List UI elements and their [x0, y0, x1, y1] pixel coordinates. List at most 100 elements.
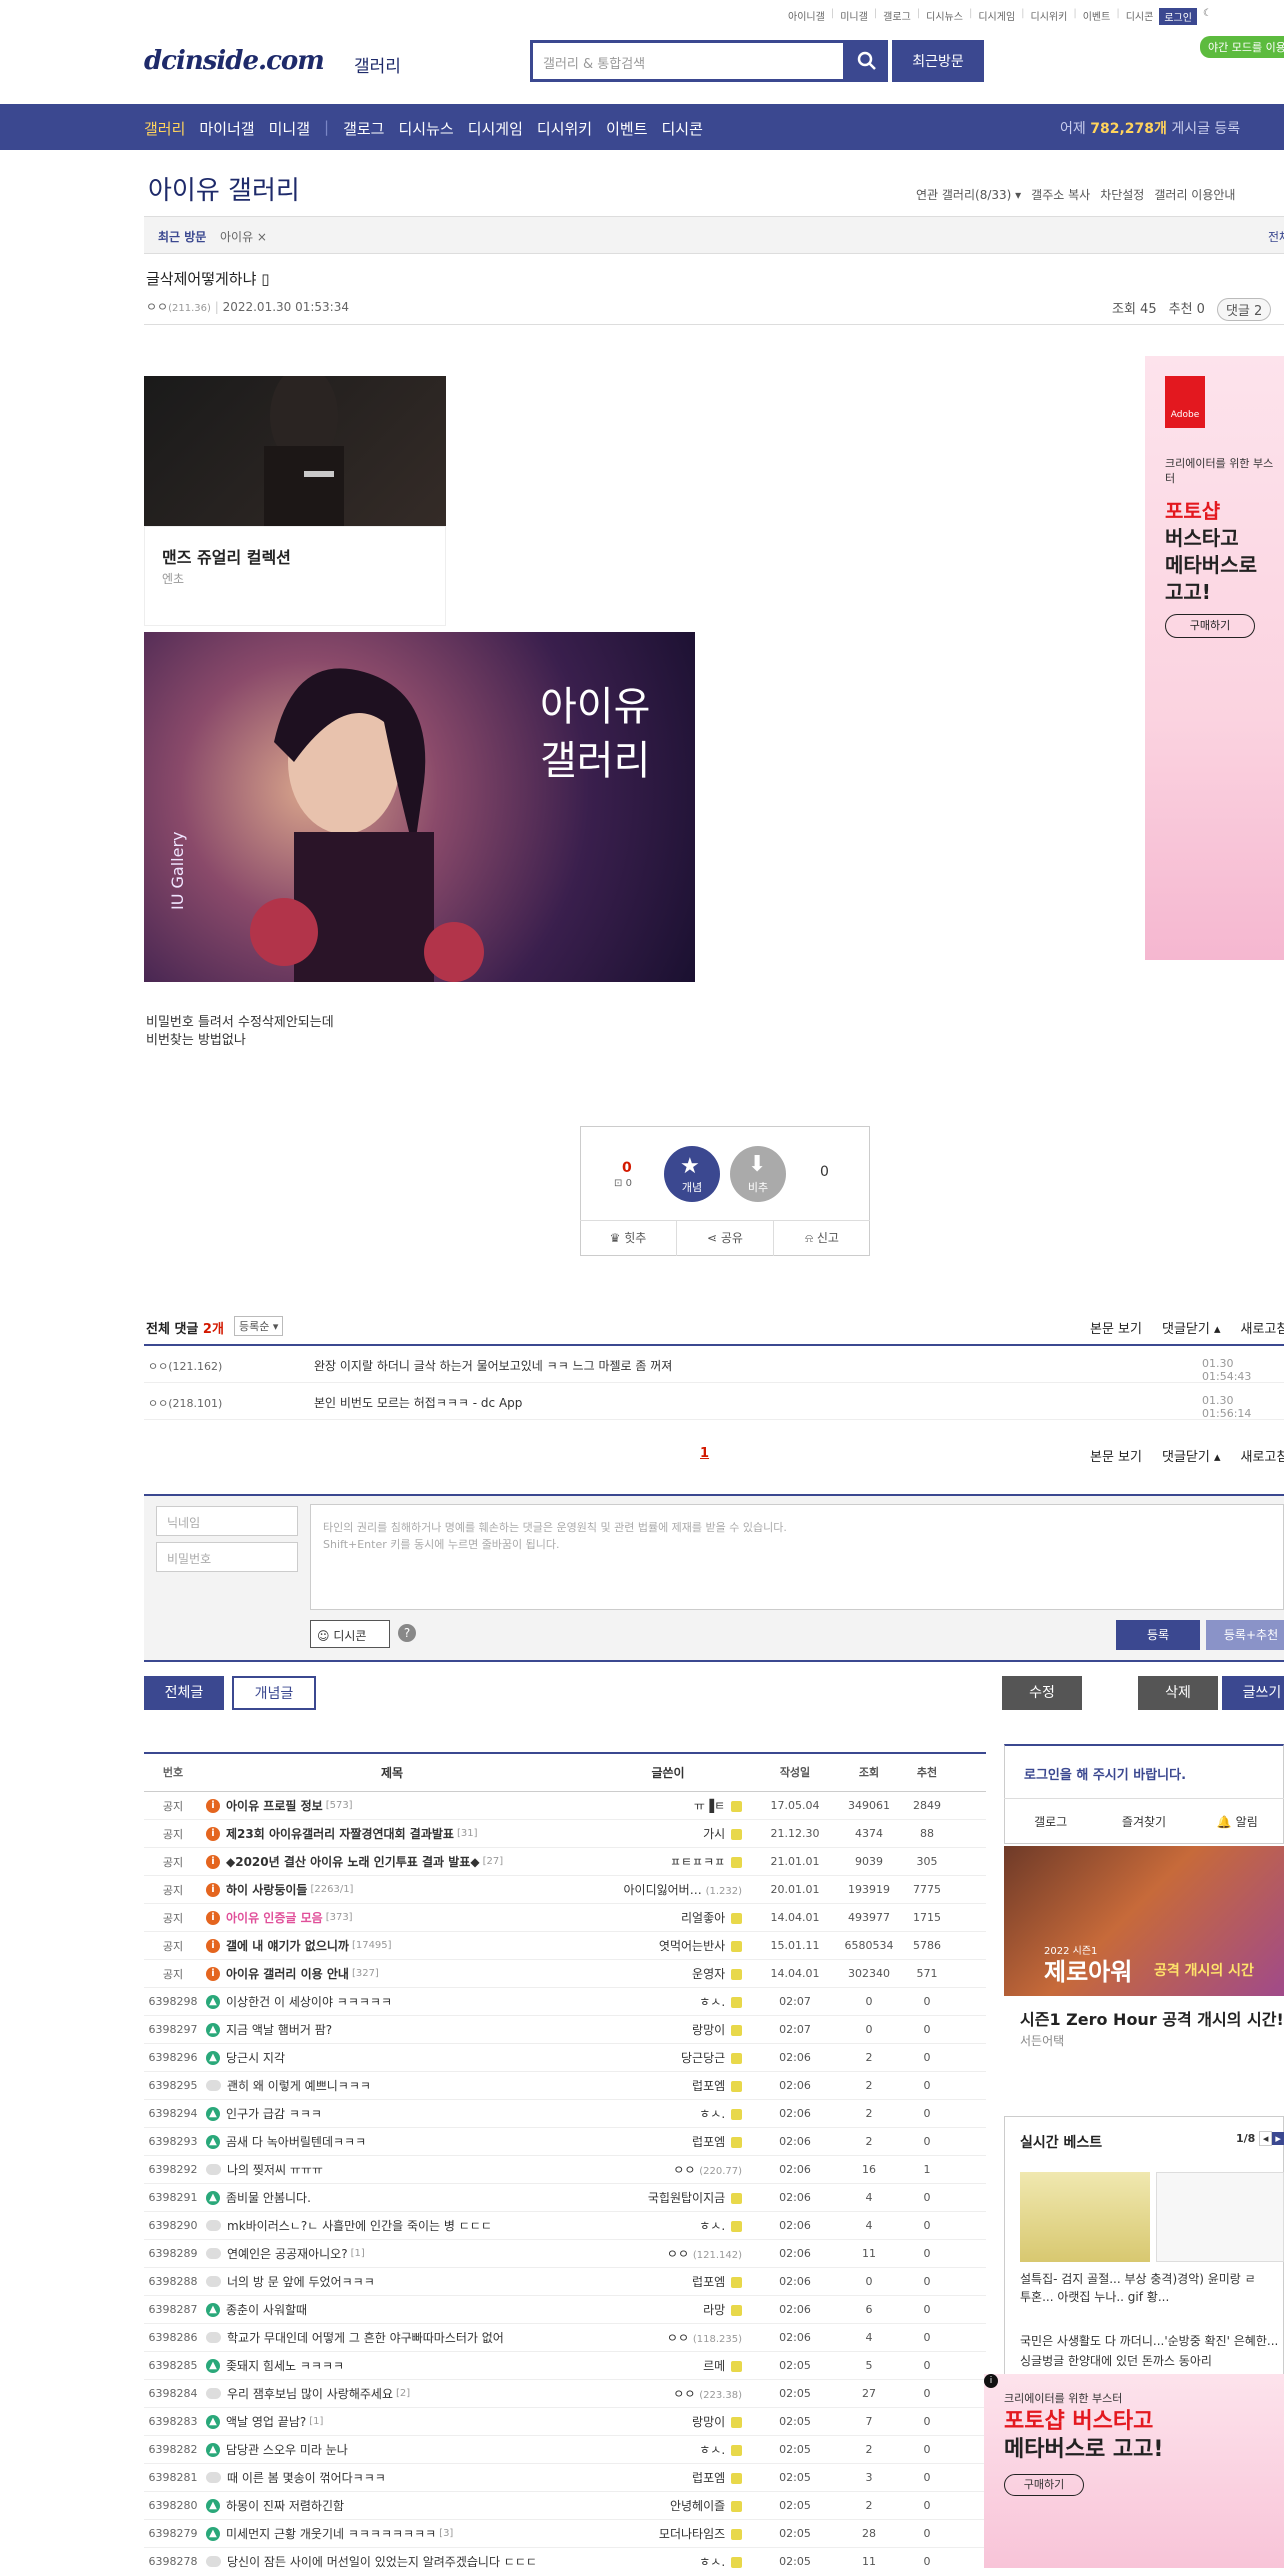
post-title-cell[interactable]: ▲ 곰새 다 녹아버릴텐데ㅋㅋㅋ — [202, 2133, 582, 2150]
nav-dccon[interactable]: 디시콘 — [662, 118, 703, 139]
comment-count[interactable]: [327] — [352, 1968, 379, 1979]
post-title-cell[interactable]: 너의 방 문 앞에 두었어ㅋㅋㅋ — [202, 2273, 582, 2290]
topmenu-item[interactable]: 이벤트 — [1083, 8, 1111, 25]
nav-news[interactable]: 디시뉴스 — [398, 118, 453, 139]
login-prompt[interactable]: 로그인을 해 주시기 바랍니다. — [1024, 1764, 1186, 1783]
post-title-link[interactable]: 미세먼지 근황 개웃기네 ㅋㅋㅋㅋㅋㅋㅋㅋ — [226, 2525, 436, 2542]
post-title-cell[interactable]: ▲ 담당관 스오우 미라 눈나 — [202, 2441, 582, 2458]
comment-count[interactable]: [373] — [326, 1912, 353, 1923]
related-gallery-link[interactable]: 연관 갤러리(8/33) ▾ — [916, 186, 1021, 203]
recent-visit-item[interactable]: 아이유 × — [220, 228, 267, 245]
post-writer[interactable]: 랑망이 — [582, 2021, 754, 2038]
post-title-link[interactable]: 학교가 무대인데 어떻게 그 흔한 야구빠따마스터가 없어 — [227, 2329, 504, 2346]
best-item[interactable]: 싱글벙글 한양대에 있던 돈까스 동아리 — [1020, 2352, 1284, 2369]
post-title-cell[interactable]: ▲ 좆돼지 힘세노 ㅋㅋㅋㅋ — [202, 2357, 582, 2374]
table-row[interactable]: 6398283 ▲ 액날 영업 끝남? [1] 랑망이 02:05 7 0 — [144, 2408, 986, 2436]
post-title-link[interactable]: 너의 방 문 앞에 두었어ㅋㅋㅋ — [227, 2273, 375, 2290]
notice-row[interactable]: 공지 i 하이 사랑둥이들 [2263/1] 아이디잃어버… (1.232) 20.01.… — [144, 1876, 986, 1904]
ad-card[interactable] — [144, 526, 446, 626]
game-ad-title[interactable]: 시즌1 Zero Hour 공격 개시의 시간! — [1020, 2006, 1284, 2030]
notification-link[interactable]: 🔔 알림 — [1191, 1799, 1284, 1844]
refresh-comments-button[interactable]: 새로고침 — [1240, 1446, 1284, 1465]
post-title-cell[interactable]: i ◆2020년 결산 아이유 노래 인기투표 결과 발표◆ [27] — [202, 1853, 582, 1870]
copy-address-link[interactable]: 갤주소 복사 — [1031, 186, 1090, 203]
share-button[interactable]: ⋖ 공유 — [677, 1221, 774, 1256]
floating-ad-buy-button[interactable]: 구매하기 — [1004, 2474, 1084, 2496]
table-row[interactable]: 6398284 우리 잼후보님 많이 사랑해주세요 [2] ㅇㅇ (223.38) 02… — [144, 2380, 986, 2408]
post-writer[interactable]: 아이디잃어버… (1.232) — [582, 1881, 754, 1898]
refresh-comments-button[interactable]: 새로고침 — [1240, 1318, 1284, 1337]
table-row[interactable]: 6398289 연예인은 공공재아니오? [1] ㅇㅇ (121.142) 02:06 1… — [144, 2240, 986, 2268]
post-title-cell[interactable]: i 하이 사랑둥이들 [2263/1] — [202, 1881, 582, 1898]
table-row[interactable]: 6398288 너의 방 문 앞에 두었어ㅋㅋㅋ 럽포엠 02:06 0 0 — [144, 2268, 986, 2296]
table-row[interactable]: 6398293 ▲ 곰새 다 녹아버릴텐데ㅋㅋㅋ 럽포엠 02:06 2 0 — [144, 2128, 986, 2156]
favorites-link[interactable]: 즐겨찾기 — [1097, 1799, 1190, 1844]
post-title-link[interactable]: 갤에 내 얘기가 없으니까 — [226, 1937, 349, 1954]
post-writer[interactable]: ㅎㅅ. — [582, 2553, 754, 2568]
post-author[interactable]: ㅇㅇ — [146, 300, 168, 314]
post-title-link[interactable]: 나의 찢저씨 ㅠㅠㅠ — [227, 2161, 323, 2178]
nav-gallog[interactable]: 갤로그 — [343, 118, 384, 139]
post-title-cell[interactable]: 괜히 왜 이렇게 예쁘니ㅋㅋㅋ — [202, 2077, 582, 2094]
post-title-link[interactable]: 아이유 프로필 정보 — [226, 1797, 323, 1814]
post-writer[interactable]: ㅠ▐ㅌ — [582, 1797, 754, 1814]
post-writer[interactable]: 가시 — [582, 1825, 754, 1842]
comment-count[interactable]: [27] — [483, 1856, 504, 1867]
ad-info-icon[interactable]: i — [984, 2374, 998, 2388]
comment-count-button[interactable]: 댓글 2 — [1216, 298, 1272, 321]
nav-minor[interactable]: 마이너갤 — [199, 118, 254, 139]
best-item[interactable]: 국민은 사생활도 다 까더니...'순방중 확진' 은혜한... — [1020, 2332, 1284, 2349]
comment-count[interactable]: [3] — [439, 2528, 453, 2539]
post-title-link[interactable]: 제23회 아이유갤러리 자짤경연대회 결과발표 — [226, 1825, 454, 1842]
post-title-link[interactable]: 하이 사랑둥이들 — [226, 1881, 307, 1898]
post-writer[interactable]: ㅍㅌㅍㅋㅍ — [582, 1853, 754, 1870]
post-title-link[interactable]: 연예인은 공공재아니오? — [227, 2245, 348, 2262]
post-writer[interactable]: 리얼좋아 — [582, 1909, 754, 1926]
post-title-cell[interactable]: ▲ 당근시 지각 — [202, 2049, 582, 2066]
post-title-link[interactable]: 때 이른 봄 몇송이 꺾어다ㅋㅋㅋ — [227, 2469, 386, 2486]
table-row[interactable]: 6398286 학교가 무대인데 어떻게 그 흔한 야구빠따마스터가 없어 ㅇㅇ (… — [144, 2324, 986, 2352]
post-title-cell[interactable]: 학교가 무대인데 어떻게 그 흔한 야구빠따마스터가 없어 — [202, 2329, 582, 2346]
moon-icon[interactable]: ☾ — [1203, 8, 1212, 25]
best-item[interactable]: 설특집- 검지 골절... 부상 충격)경악) 윤미랑 ㄹ — [1020, 2270, 1284, 2287]
dccon-button[interactable]: ☺ 디시콘 — [310, 1620, 390, 1648]
post-title-cell[interactable]: ▲ 좀비물 안봄니다. — [202, 2189, 582, 2206]
topmenu-item[interactable]: 디시뉴스 — [926, 8, 963, 25]
comment-author[interactable]: ㅇㅇ(121.162) — [148, 1358, 222, 1374]
table-row[interactable]: 6398291 ▲ 좀비물 안봄니다. 국힙원탑이지금 02:06 4 0 — [144, 2184, 986, 2212]
night-mode-button[interactable]: 야간 모드를 이용해 — [1200, 36, 1284, 58]
hit-button[interactable]: ♛ 힛추 — [580, 1221, 677, 1256]
recent-visit-button[interactable]: 최근방문 — [892, 40, 984, 82]
comment-count[interactable]: [2263/1] — [310, 1884, 353, 1895]
site-logo[interactable]: dcinside.com — [144, 46, 325, 76]
post-title-link[interactable]: 아이유 갤러리 이용 안내 — [226, 1965, 349, 1982]
post-title-cell[interactable]: i 아이유 갤러리 이용 안내 [327] — [202, 1965, 582, 1982]
table-row[interactable]: 6398280 ▲ 하몽이 진짜 저렴하긴함 안녕헤이즐 02:05 2 0 — [144, 2492, 986, 2520]
post-title-cell[interactable]: 당신이 잠든 사이에 머선일이 있었는지 알려주겠습니다 ㄷㄷㄷ — [202, 2553, 582, 2568]
post-writer[interactable]: 국힙원탑이지금 — [582, 2189, 754, 2206]
post-writer[interactable]: 럽포엠 — [582, 2133, 754, 2150]
post-title-cell[interactable]: 연예인은 공공재아니오? [1] — [202, 2245, 582, 2262]
table-row[interactable]: 6398294 ▲ 인구가 급감 ㅋㅋㅋ ㅎㅅ. 02:06 2 0 — [144, 2100, 986, 2128]
not-recommend-button[interactable]: ⬇ 비추 — [730, 1146, 786, 1202]
submit-comment-button[interactable]: 등록 — [1116, 1620, 1200, 1650]
ad-title[interactable]: 맨즈 쥬얼리 컬렉션 — [162, 544, 291, 568]
prev-icon[interactable]: ◂ — [1258, 2131, 1273, 2146]
post-writer[interactable]: ㅇㅇ (118.235) — [582, 2329, 754, 2346]
post-title-link[interactable]: 당신이 잠든 사이에 머선일이 있었는지 알려주겠습니다 ㄷㄷㄷ — [227, 2553, 537, 2568]
post-title-cell[interactable]: 우리 잼후보님 많이 사랑해주세요 [2] — [202, 2385, 582, 2402]
comment-author[interactable]: ㅇㅇ(218.101) — [148, 1395, 222, 1411]
best-thumbnail[interactable] — [1156, 2172, 1284, 2262]
next-icon[interactable]: ▸ — [1272, 2132, 1284, 2145]
notice-row[interactable]: 공지 i 갤에 내 얘기가 없으니까 [17495] 엿먹어는반사 15.01.11 65… — [144, 1932, 986, 1960]
post-title-link[interactable]: 좆돼지 힘세노 ㅋㅋㅋㅋ — [226, 2357, 344, 2374]
table-row[interactable]: 6398287 ▲ 종춘이 사워할때 라망 02:06 6 0 — [144, 2296, 986, 2324]
report-button[interactable]: ⍾ 신고 — [774, 1221, 870, 1256]
post-title-link[interactable]: 곰새 다 녹아버릴텐데ㅋㅋㅋ — [226, 2133, 366, 2150]
post-writer[interactable]: 럽포엠 — [582, 2077, 754, 2094]
nav-wiki[interactable]: 디시위키 — [537, 118, 592, 139]
tab-concept-posts[interactable]: 개념글 — [232, 1676, 316, 1710]
post-writer[interactable]: 엿먹어는반사 — [582, 1937, 754, 1954]
comment-sort-select[interactable]: 등록순 ▾ — [234, 1316, 284, 1336]
gallery-guide-link[interactable]: 갤러리 이용안내 — [1154, 186, 1235, 203]
